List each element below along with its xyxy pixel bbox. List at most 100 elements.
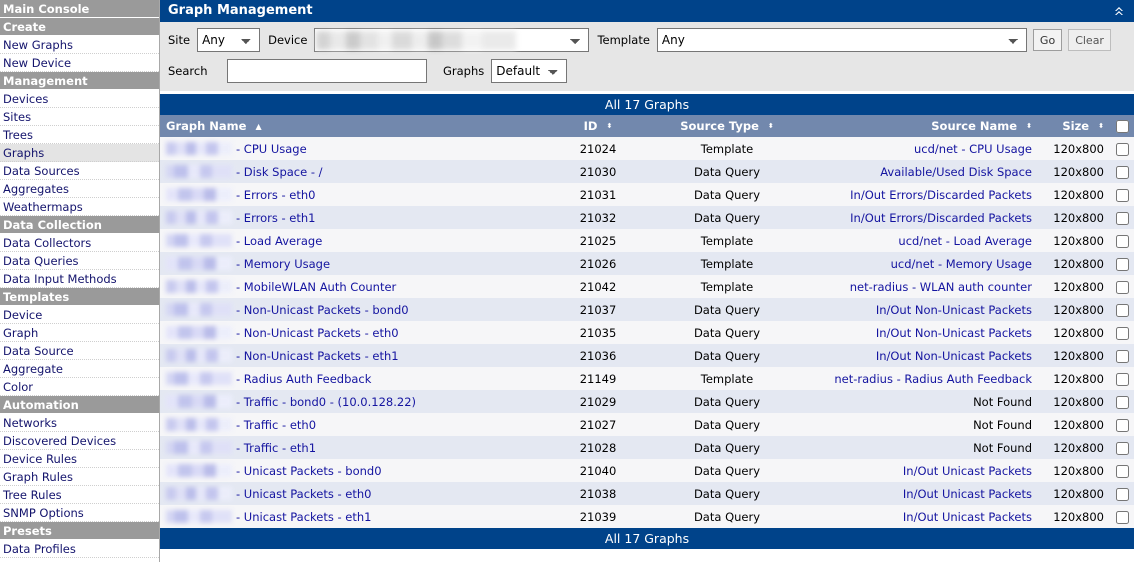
- source-name-link[interactable]: ucd/net - CPU Usage: [914, 142, 1032, 156]
- table-row[interactable]: - Non-Unicast Packets - eth1 21036 Data Qu…: [160, 344, 1134, 367]
- row-select-checkbox[interactable]: [1116, 257, 1129, 271]
- table-row[interactable]: - Disk Space - / 21030 Data Query Available…: [160, 160, 1134, 183]
- table-row[interactable]: - Traffic - eth0 21027 Data Query Not Found…: [160, 413, 1134, 436]
- graph-name-link[interactable]: - Traffic - eth0: [236, 418, 316, 432]
- col-header-source-name[interactable]: Source Name ⬍: [810, 115, 1038, 137]
- sidebar-item-devices[interactable]: Devices: [0, 90, 159, 108]
- graph-name-link[interactable]: - Disk Space - /: [236, 165, 323, 179]
- row-select-checkbox[interactable]: [1116, 303, 1129, 317]
- table-row[interactable]: - Errors - eth1 21032 Data Query In/Out Err…: [160, 206, 1134, 229]
- source-name-link[interactable]: In/Out Unicast Packets: [903, 510, 1032, 524]
- row-select-checkbox[interactable]: [1116, 372, 1129, 386]
- sidebar-item-graph-rules[interactable]: Graph Rules: [0, 468, 159, 486]
- sidebar-item-data-input-methods[interactable]: Data Input Methods: [0, 270, 159, 288]
- graph-name-link[interactable]: - Memory Usage: [236, 257, 330, 271]
- sidebar-item-tree-rules[interactable]: Tree Rules: [0, 486, 159, 504]
- source-name-link[interactable]: In/Out Errors/Discarded Packets: [850, 188, 1032, 202]
- table-row[interactable]: - Traffic - bond0 - (10.0.128.22) 21029 Da…: [160, 390, 1134, 413]
- row-select-checkbox[interactable]: [1116, 211, 1129, 225]
- graph-name-link[interactable]: - CPU Usage: [236, 142, 307, 156]
- device-select[interactable]: [314, 28, 590, 52]
- row-select-checkbox[interactable]: [1116, 487, 1129, 501]
- row-select-checkbox[interactable]: [1116, 395, 1129, 409]
- search-input[interactable]: [227, 59, 427, 83]
- table-row[interactable]: - CPU Usage 21024 Template ucd/net - CPU Us…: [160, 137, 1134, 160]
- graph-name-link[interactable]: - Errors - eth0: [236, 188, 315, 202]
- graph-name-link[interactable]: - Non-Unicast Packets - eth0: [236, 326, 399, 340]
- source-name-link[interactable]: In/Out Unicast Packets: [903, 487, 1032, 501]
- sidebar-item-sites[interactable]: Sites: [0, 108, 159, 126]
- graph-name-link[interactable]: - Radius Auth Feedback: [236, 372, 371, 386]
- sidebar-item-device[interactable]: Device: [0, 306, 159, 324]
- graphs-per-page-select[interactable]: Default: [491, 59, 568, 83]
- source-name-link[interactable]: ucd/net - Memory Usage: [891, 257, 1032, 271]
- sidebar-item-data-collectors[interactable]: Data Collectors: [0, 234, 159, 252]
- source-name-link[interactable]: In/Out Errors/Discarded Packets: [850, 211, 1032, 225]
- table-row[interactable]: - Unicast Packets - bond0 21040 Data Query…: [160, 459, 1134, 482]
- graph-name-link[interactable]: - Unicast Packets - bond0: [236, 464, 382, 478]
- sidebar-item-data-queries[interactable]: Data Queries: [0, 252, 159, 270]
- select-all-checkbox[interactable]: [1116, 120, 1129, 133]
- col-header-source-type[interactable]: Source Type ⬍: [644, 115, 810, 137]
- sidebar-item-graphs[interactable]: Graphs: [0, 144, 159, 162]
- table-row[interactable]: - Errors - eth0 21031 Data Query In/Out Err…: [160, 183, 1134, 206]
- sidebar-item-data-sources[interactable]: Data Sources: [0, 162, 159, 180]
- clear-button[interactable]: Clear: [1068, 29, 1111, 51]
- row-select-checkbox[interactable]: [1116, 165, 1129, 179]
- row-select-checkbox[interactable]: [1116, 464, 1129, 478]
- col-header-id[interactable]: ID ⬍: [552, 115, 644, 137]
- template-select[interactable]: Any: [656, 28, 1027, 52]
- row-select-checkbox[interactable]: [1116, 234, 1129, 248]
- table-row[interactable]: - MobileWLAN Auth Counter 21042 Template ne…: [160, 275, 1134, 298]
- graph-name-link[interactable]: - Non-Unicast Packets - eth1: [236, 349, 399, 363]
- row-select-checkbox[interactable]: [1116, 280, 1129, 294]
- row-select-checkbox[interactable]: [1116, 349, 1129, 363]
- source-name-link[interactable]: ucd/net - Load Average: [898, 234, 1032, 248]
- source-name-link[interactable]: Available/Used Disk Space: [880, 165, 1032, 179]
- go-button[interactable]: Go: [1032, 29, 1063, 51]
- sidebar-item-discovered-devices[interactable]: Discovered Devices: [0, 432, 159, 450]
- table-row[interactable]: - Load Average 21025 Template ucd/net - Loa…: [160, 229, 1134, 252]
- col-header-graph-name[interactable]: Graph Name ▲: [160, 115, 552, 137]
- site-select[interactable]: Any: [197, 28, 261, 52]
- source-name-link[interactable]: In/Out Non-Unicast Packets: [876, 303, 1032, 317]
- source-name-link[interactable]: In/Out Unicast Packets: [903, 464, 1032, 478]
- sidebar-item-aggregates[interactable]: Aggregates: [0, 180, 159, 198]
- row-select-checkbox[interactable]: [1116, 142, 1129, 156]
- col-header-size[interactable]: Size ⬍: [1038, 115, 1110, 137]
- row-select-checkbox[interactable]: [1116, 510, 1129, 524]
- graph-name-link[interactable]: - Traffic - eth1: [236, 441, 316, 455]
- table-row[interactable]: - Memory Usage 21026 Template ucd/net - Mem…: [160, 252, 1134, 275]
- source-name-link[interactable]: In/Out Non-Unicast Packets: [876, 326, 1032, 340]
- graph-name-link[interactable]: - Errors - eth1: [236, 211, 315, 225]
- sidebar-item-data-profiles[interactable]: Data Profiles: [0, 540, 159, 558]
- table-row[interactable]: - Traffic - eth1 21028 Data Query Not Found…: [160, 436, 1134, 459]
- sidebar-item-new-device[interactable]: New Device: [0, 54, 159, 72]
- row-select-checkbox[interactable]: [1116, 418, 1129, 432]
- sidebar-item-snmp-options[interactable]: SNMP Options: [0, 504, 159, 522]
- table-row[interactable]: - Non-Unicast Packets - bond0 21037 Data Q…: [160, 298, 1134, 321]
- graph-name-link[interactable]: - Traffic - bond0 - (10.0.128.22): [236, 395, 416, 409]
- row-select-checkbox[interactable]: [1116, 188, 1129, 202]
- sidebar-item-device-rules[interactable]: Device Rules: [0, 450, 159, 468]
- sidebar-item-data-source[interactable]: Data Source: [0, 342, 159, 360]
- sidebar-item-graph[interactable]: Graph: [0, 324, 159, 342]
- sidebar-item-new-graphs[interactable]: New Graphs: [0, 36, 159, 54]
- double-chevron-up-icon[interactable]: [1112, 4, 1126, 18]
- sidebar-item-cdefs[interactable]: CDEFs: [0, 558, 159, 562]
- source-name-link[interactable]: net-radius - WLAN auth counter: [850, 280, 1032, 294]
- graph-name-link[interactable]: - MobileWLAN Auth Counter: [236, 280, 396, 294]
- row-select-checkbox[interactable]: [1116, 441, 1129, 455]
- source-name-link[interactable]: net-radius - Radius Auth Feedback: [834, 372, 1032, 386]
- table-row[interactable]: - Non-Unicast Packets - eth0 21035 Data Qu…: [160, 321, 1134, 344]
- table-row[interactable]: - Unicast Packets - eth0 21038 Data Query I…: [160, 482, 1134, 505]
- sidebar-item-color[interactable]: Color: [0, 378, 159, 396]
- sidebar-item-aggregate[interactable]: Aggregate: [0, 360, 159, 378]
- graph-name-link[interactable]: - Non-Unicast Packets - bond0: [236, 303, 409, 317]
- graph-name-link[interactable]: - Load Average: [236, 234, 322, 248]
- source-name-link[interactable]: In/Out Non-Unicast Packets: [876, 349, 1032, 363]
- sidebar-item-weathermaps[interactable]: Weathermaps: [0, 198, 159, 216]
- graph-name-link[interactable]: - Unicast Packets - eth0: [236, 487, 372, 501]
- sidebar-item-networks[interactable]: Networks: [0, 414, 159, 432]
- table-row[interactable]: - Radius Auth Feedback 21149 Template net-r…: [160, 367, 1134, 390]
